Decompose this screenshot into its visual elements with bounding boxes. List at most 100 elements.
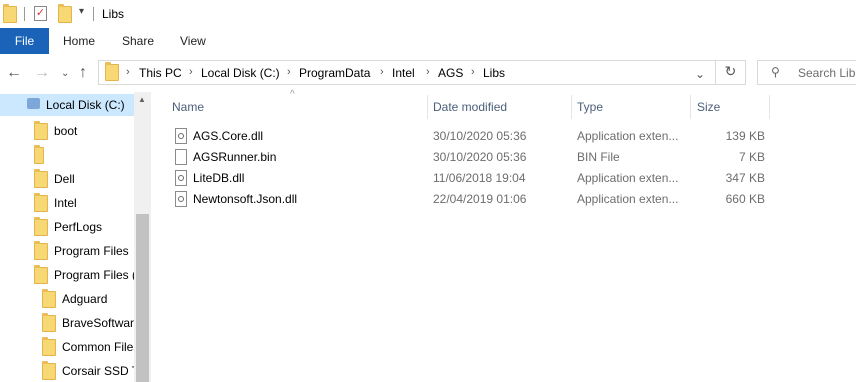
file-type: Application exten... xyxy=(577,129,679,143)
chevron-right-icon[interactable]: › xyxy=(126,66,130,78)
folder-icon xyxy=(34,169,48,188)
nav-item-label: Corsair SSD To xyxy=(62,364,145,378)
file-type: Application exten... xyxy=(577,192,679,206)
new-folder-icon[interactable] xyxy=(58,4,72,23)
tab-view[interactable]: View xyxy=(180,28,206,54)
folder-icon xyxy=(105,62,119,81)
address-bar[interactable]: › This PC › Local Disk (C:) › ProgramDat… xyxy=(98,60,746,85)
breadcrumb-local-disk[interactable]: Local Disk (C:) xyxy=(201,66,280,80)
file-row[interactable]: Newtonsoft.Json.dll 22/04/2019 01:06 App… xyxy=(172,189,768,210)
sort-ascending-icon: ^ xyxy=(290,89,295,100)
customize-toolbar-icon[interactable]: ▾ xyxy=(79,6,84,17)
column-separator[interactable] xyxy=(769,95,770,119)
file-row[interactable]: LiteDB.dll 11/06/2018 19:04 Application … xyxy=(172,168,768,189)
nav-item-label: Intel xyxy=(54,196,77,210)
breadcrumb-this-pc[interactable]: This PC xyxy=(139,66,182,80)
nav-item-label: Program Files ( xyxy=(54,268,137,282)
column-separator[interactable] xyxy=(427,95,428,119)
folder-icon xyxy=(34,193,48,212)
drive-icon xyxy=(27,98,40,109)
search-icon: ⚲ xyxy=(771,65,780,79)
file-size: 660 KB xyxy=(725,192,765,206)
file-row[interactable]: AGSRunner.bin 30/10/2020 05:36 BIN File … xyxy=(172,147,768,168)
folder-icon xyxy=(42,313,56,332)
properties-icon[interactable]: ✓ xyxy=(34,6,47,21)
up-arrow-icon[interactable]: ↑ xyxy=(79,65,87,81)
nav-item-label: Common Files xyxy=(62,340,140,354)
file-size: 7 KB xyxy=(738,150,765,164)
folder-icon xyxy=(42,289,56,308)
chevron-right-icon[interactable]: › xyxy=(471,66,475,78)
title-bar: ✓ ▾ Libs xyxy=(0,0,856,28)
folder-icon xyxy=(34,265,48,284)
nav-item-local-disk[interactable]: Local Disk (C:) xyxy=(0,94,134,116)
breadcrumb-ags[interactable]: AGS xyxy=(438,66,463,80)
column-separator[interactable] xyxy=(571,95,572,119)
dll-file-icon xyxy=(175,191,187,207)
file-size: 347 KB xyxy=(725,171,765,185)
separator xyxy=(24,7,25,21)
file-name: AGSRunner.bin xyxy=(193,150,277,164)
separator xyxy=(93,7,94,21)
back-arrow-icon[interactable]: ← xyxy=(6,65,22,81)
file-row[interactable]: AGS.Core.dll 30/10/2020 05:36 Applicatio… xyxy=(172,126,768,147)
file-icon xyxy=(175,149,187,165)
dll-file-icon xyxy=(175,170,187,186)
tab-home[interactable]: Home xyxy=(63,28,95,54)
recent-locations-chevron-icon[interactable]: ⌄ xyxy=(61,66,69,82)
dll-file-icon xyxy=(175,128,187,144)
chevron-right-icon[interactable]: › xyxy=(287,66,291,78)
nav-item-label: BraveSoftware xyxy=(62,316,141,330)
nav-item-label: Local Disk (C:) xyxy=(46,98,125,112)
file-type: BIN File xyxy=(577,150,620,164)
search-placeholder: Search Libs xyxy=(798,66,856,80)
folder-icon xyxy=(34,217,48,236)
file-date: 30/10/2020 05:36 xyxy=(433,129,527,143)
column-separator[interactable] xyxy=(690,95,691,119)
folder-icon xyxy=(42,361,56,380)
scroll-up-icon[interactable]: ▲ xyxy=(138,95,146,104)
file-name: LiteDB.dll xyxy=(193,171,245,185)
breadcrumb-intel[interactable]: Intel xyxy=(392,66,415,80)
file-date: 22/04/2019 01:06 xyxy=(433,192,527,206)
refresh-button[interactable]: ↻ xyxy=(715,60,745,85)
address-row: ← → ⌄ ↑ › This PC › Local Disk (C:) › Pr… xyxy=(0,54,856,92)
chevron-right-icon[interactable]: › xyxy=(426,66,430,78)
folder-icon xyxy=(34,121,48,140)
chevron-right-icon[interactable]: › xyxy=(380,66,384,78)
column-header-size[interactable]: Size xyxy=(697,92,720,122)
nav-item-label: Dell xyxy=(54,172,75,186)
navigation-pane: Local Disk (C:) boot Dell Intel PerfLogs… xyxy=(0,92,152,382)
scroll-thumb[interactable] xyxy=(136,214,149,382)
tab-share[interactable]: Share xyxy=(122,28,154,54)
column-header-type[interactable]: Type xyxy=(577,92,603,122)
forward-arrow-icon[interactable]: → xyxy=(34,65,50,81)
nav-item-label: boot xyxy=(54,124,78,138)
tab-file[interactable]: File xyxy=(0,28,49,54)
chevron-right-icon[interactable]: › xyxy=(189,66,193,78)
file-date: 11/06/2018 19:04 xyxy=(433,171,526,185)
nav-item-label: PerfLogs xyxy=(54,220,103,234)
column-header-name[interactable]: Name xyxy=(172,92,204,122)
address-dropdown-chevron-icon[interactable]: ⌄ xyxy=(695,67,705,81)
ribbon-tabs: File Home Share View xyxy=(0,28,856,54)
nav-item-label: Program Files xyxy=(54,244,129,258)
file-date: 30/10/2020 05:36 xyxy=(433,150,527,164)
nav-scrollbar[interactable]: ▲ xyxy=(134,92,151,382)
window-title: Libs xyxy=(102,7,125,21)
file-name: AGS.Core.dll xyxy=(193,129,264,143)
folder-icon xyxy=(34,145,44,164)
folder-icon xyxy=(42,337,56,356)
nav-item-label: Adguard xyxy=(62,292,108,306)
refresh-icon: ↻ xyxy=(724,63,737,79)
file-type: Application exten... xyxy=(577,171,679,185)
breadcrumb-libs[interactable]: Libs xyxy=(483,66,505,80)
file-list: ^ Name Date modified Type Size AGS.Core.… xyxy=(152,89,856,382)
file-name: Newtonsoft.Json.dll xyxy=(193,192,298,206)
breadcrumb-programdata[interactable]: ProgramData xyxy=(299,66,370,80)
file-size: 139 KB xyxy=(725,129,765,143)
folder-icon xyxy=(3,4,17,23)
folder-icon xyxy=(34,241,48,260)
search-input[interactable]: ⚲ Search Libs xyxy=(757,60,856,85)
column-header-date[interactable]: Date modified xyxy=(433,92,507,122)
